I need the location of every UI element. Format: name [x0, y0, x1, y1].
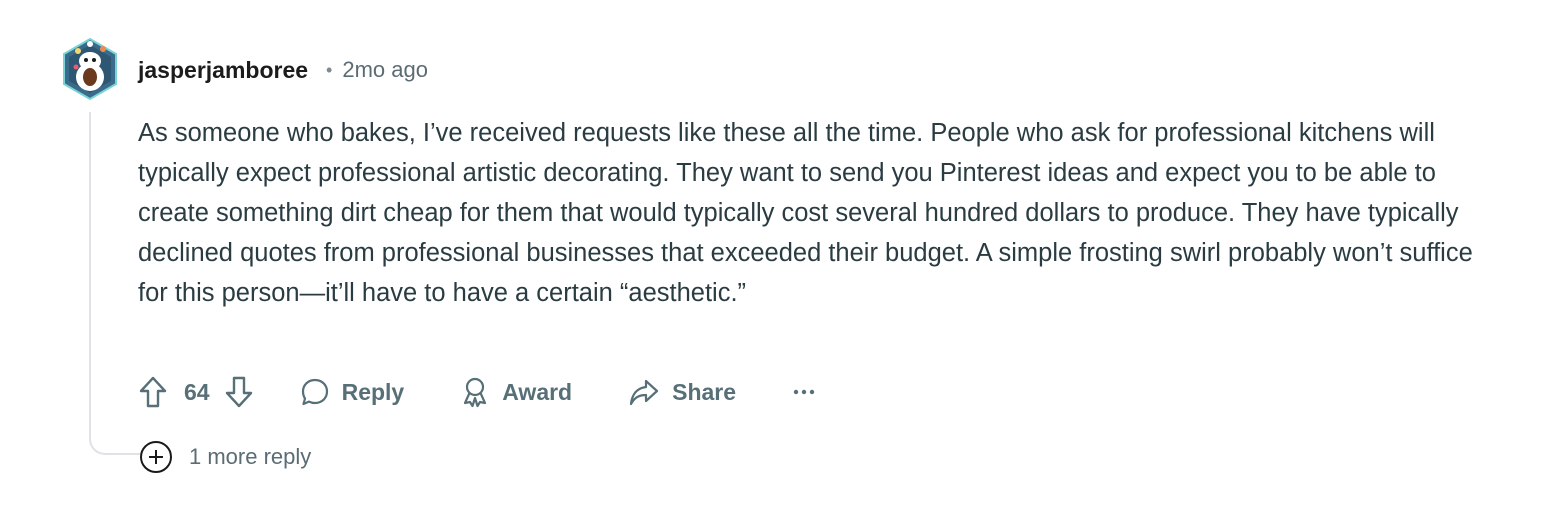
award-button[interactable]: Award	[460, 376, 572, 408]
comment: jasperjamboree • 2mo ago As someone who …	[0, 0, 1556, 514]
plus-circle-icon	[140, 441, 172, 473]
snoo-avatar-icon	[63, 37, 117, 101]
reply-button[interactable]: Reply	[300, 377, 405, 407]
timestamp[interactable]: 2mo ago	[342, 57, 428, 83]
comment-body: As someone who bakes, I’ve received requ…	[138, 119, 1473, 307]
username-link[interactable]: jasperjamboree	[138, 57, 308, 84]
award-label: Award	[502, 378, 573, 405]
user-avatar[interactable]	[60, 37, 120, 101]
share-label: Share	[672, 378, 737, 405]
vote-score: 64	[184, 378, 210, 405]
more-options-button[interactable]	[792, 387, 816, 397]
more-replies-label: 1 more reply	[189, 444, 312, 469]
comment-action-bar: 64 Reply Award Share	[138, 370, 816, 414]
ellipsis-icon	[793, 389, 815, 395]
downvote-button[interactable]	[224, 375, 254, 409]
meta-separator: •	[326, 59, 333, 80]
share-button[interactable]: Share	[628, 377, 736, 407]
thread-line[interactable]	[89, 112, 141, 455]
reply-label: Reply	[341, 378, 405, 405]
award-ribbon-icon	[464, 377, 487, 408]
upvote-arrow-icon	[139, 376, 167, 408]
share-arrow-icon	[630, 379, 659, 406]
more-replies-button[interactable]: 1 more reply	[139, 440, 311, 474]
upvote-button[interactable]	[138, 375, 168, 409]
comment-meta: jasperjamboree • 2mo ago	[138, 56, 428, 84]
speech-bubble-icon	[301, 378, 328, 406]
downvote-arrow-icon	[225, 376, 252, 408]
